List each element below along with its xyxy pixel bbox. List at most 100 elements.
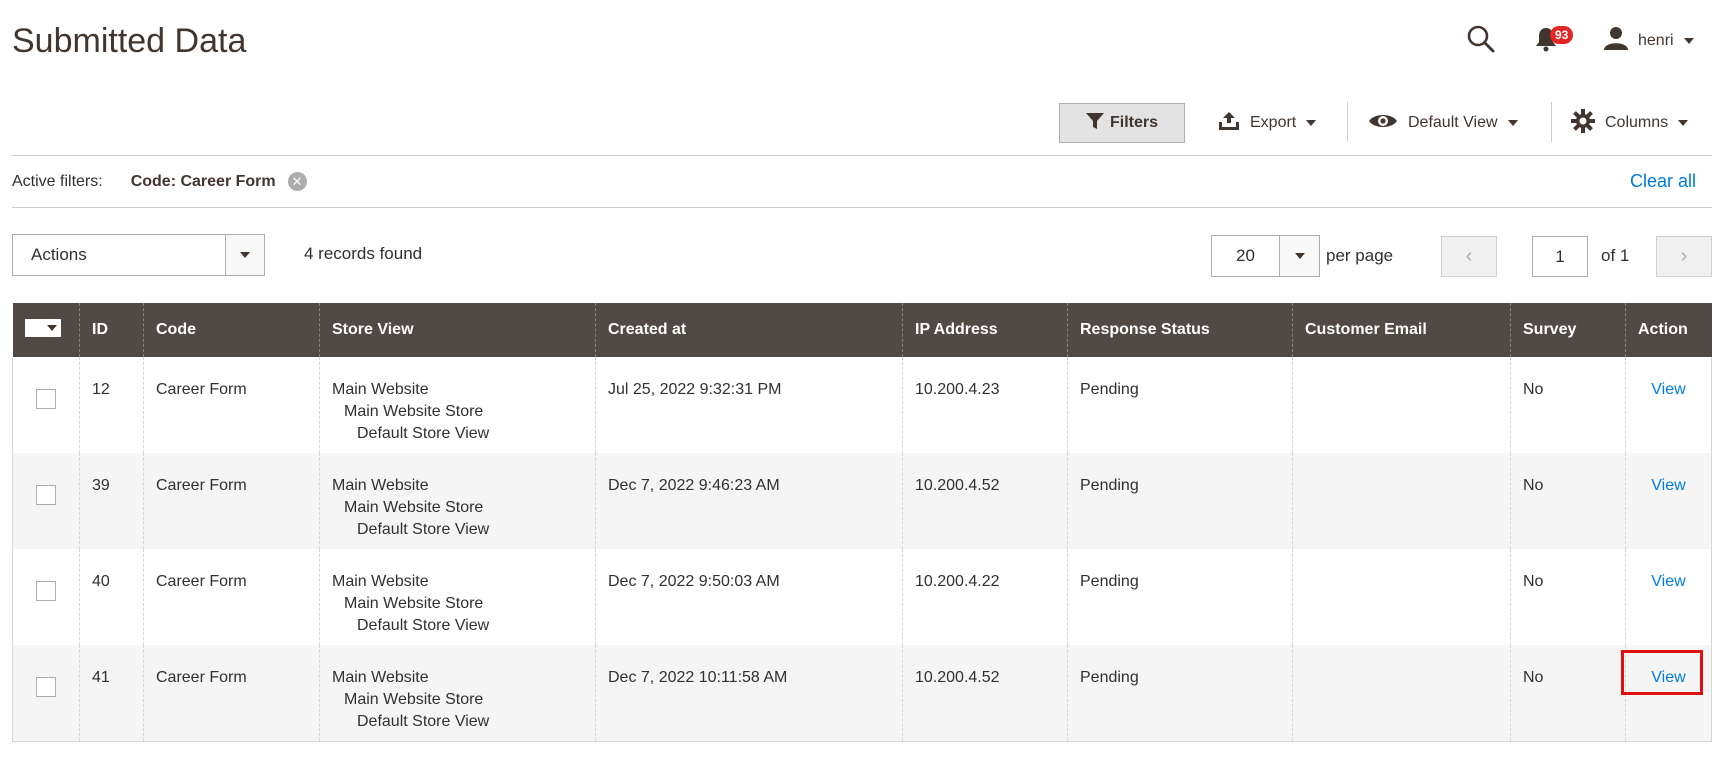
ip-address-cell: 10.200.4.52 <box>902 453 1068 549</box>
response-status-cell: Pending <box>1067 453 1293 549</box>
ip-address-cell: 10.200.4.52 <box>902 645 1068 742</box>
code-cell: Career Form <box>143 357 320 453</box>
ip-address-cell: 10.200.4.22 <box>902 549 1068 645</box>
view-dropdown[interactable]: Default View <box>1368 103 1518 143</box>
select-all-header[interactable] <box>12 303 80 357</box>
column-header[interactable]: IP Address <box>902 303 1068 357</box>
customer-email-cell <box>1292 549 1511 645</box>
user-icon <box>1604 26 1628 55</box>
column-header[interactable]: Survey <box>1510 303 1626 357</box>
row-select-cell <box>12 453 80 549</box>
chevron-down-icon <box>1683 37 1694 44</box>
view-link[interactable]: View <box>1651 667 1685 689</box>
store-view-store: Main Website Store <box>344 499 484 516</box>
store-view-store: Main Website Store <box>344 595 484 612</box>
column-header[interactable]: Created at <box>595 303 903 357</box>
chevron-down-icon <box>1306 120 1317 126</box>
mass-actions-select[interactable]: Actions <box>12 234 265 276</box>
response-status-cell: Pending <box>1067 645 1293 742</box>
view-link[interactable]: View <box>1651 571 1685 593</box>
column-header[interactable]: Response Status <box>1067 303 1293 357</box>
grid-toolbar: Filters Export Default View Columns <box>12 100 1712 156</box>
page-count: of 1 <box>1601 246 1630 265</box>
row-select-cell <box>12 549 80 645</box>
chevron-right-icon[interactable]: › <box>1656 236 1712 277</box>
store-view-view: Default Store View <box>357 713 490 730</box>
customer-email-cell <box>1292 645 1511 742</box>
store-view-view: Default Store View <box>357 617 490 634</box>
code-cell: Career Form <box>143 453 320 549</box>
user-menu[interactable]: henri <box>1604 26 1694 55</box>
export-icon <box>1218 111 1240 136</box>
survey-cell: No <box>1510 453 1626 549</box>
clear-all-link[interactable]: Clear all <box>1630 171 1696 192</box>
table-row: 39 Career Form Main Website Main Website … <box>12 453 1712 549</box>
chevron-down-icon <box>1279 236 1319 276</box>
code-cell: Career Form <box>143 645 320 742</box>
column-header: Action <box>1625 303 1712 357</box>
row-checkbox[interactable] <box>36 677 56 697</box>
row-checkbox[interactable] <box>36 581 56 601</box>
filters-button[interactable]: Filters <box>1059 103 1185 143</box>
store-view-cell: Main Website Main Website Store Default St… <box>319 357 596 453</box>
store-view-website: Main Website <box>332 669 429 686</box>
action-cell: View <box>1625 645 1712 742</box>
customer-email-cell <box>1292 453 1511 549</box>
store-view-website: Main Website <box>332 573 429 590</box>
store-view-store: Main Website Store <box>344 691 484 708</box>
row-select-cell <box>12 645 80 742</box>
id-cell: 12 <box>79 357 144 453</box>
created-at-cell: Dec 7, 2022 9:50:03 AM <box>595 549 903 645</box>
actions-label: Actions <box>31 245 87 264</box>
close-icon[interactable]: ✕ <box>287 172 307 191</box>
notification-badge: 93 <box>1550 26 1574 44</box>
id-cell: 41 <box>79 645 144 742</box>
column-header[interactable]: Code <box>143 303 320 357</box>
select-all-checkbox[interactable] <box>24 319 61 337</box>
action-cell: View <box>1625 453 1712 549</box>
created-at-cell: Jul 25, 2022 9:32:31 PM <box>595 357 903 453</box>
export-dropdown[interactable]: Export <box>1218 103 1317 143</box>
store-view-cell: Main Website Main Website Store Default St… <box>319 645 596 742</box>
toolbar-divider <box>1551 102 1552 142</box>
filters-label: Filters <box>1109 114 1158 131</box>
filter-chip-label: Code: Career Form <box>130 172 276 190</box>
survey-cell: No <box>1510 357 1626 453</box>
store-view-cell: Main Website Main Website Store Default St… <box>319 549 596 645</box>
chevron-down-icon <box>1507 120 1518 126</box>
row-checkbox[interactable] <box>36 389 56 409</box>
response-status-cell: Pending <box>1067 549 1293 645</box>
export-label: Export <box>1250 114 1297 131</box>
columns-dropdown[interactable]: Columns <box>1571 103 1689 143</box>
chevron-left-icon[interactable]: ‹ <box>1441 236 1497 277</box>
page-title: Submitted Data <box>12 22 247 60</box>
row-checkbox[interactable] <box>36 485 56 505</box>
column-header[interactable]: Store View <box>319 303 596 357</box>
per-page-select[interactable]: 20 <box>1211 235 1320 277</box>
store-view-cell: Main Website Main Website Store Default St… <box>319 453 596 549</box>
search-icon[interactable] <box>1466 24 1496 54</box>
code-cell: Career Form <box>143 549 320 645</box>
view-link[interactable]: View <box>1651 379 1685 401</box>
row-select-cell <box>12 357 80 453</box>
per-page-label: per page <box>1326 246 1394 265</box>
columns-label: Columns <box>1605 114 1669 131</box>
ip-address-cell: 10.200.4.23 <box>902 357 1068 453</box>
chevron-down-icon <box>225 235 264 275</box>
view-link[interactable]: View <box>1651 475 1685 497</box>
store-view-view: Default Store View <box>357 521 490 538</box>
response-status-cell: Pending <box>1067 357 1293 453</box>
table-row: 41 Career Form Main Website Main Website … <box>12 645 1712 742</box>
active-filters-bar: Active filters: Code: Career Form ✕ Clea… <box>12 156 1712 208</box>
survey-cell: No <box>1510 645 1626 742</box>
action-cell: View <box>1625 549 1712 645</box>
data-grid: ID Code Store View Created at IP Address… <box>12 303 1712 742</box>
gear-icon <box>1571 108 1595 138</box>
column-header[interactable]: Customer Email <box>1292 303 1511 357</box>
toolbar-divider <box>1347 102 1348 142</box>
store-view-store: Main Website Store <box>344 403 484 420</box>
page-number-input[interactable]: 1 <box>1532 236 1588 277</box>
store-view-website: Main Website <box>332 477 429 494</box>
column-header[interactable]: ID <box>79 303 144 357</box>
records-found: 4 records found <box>304 244 423 263</box>
